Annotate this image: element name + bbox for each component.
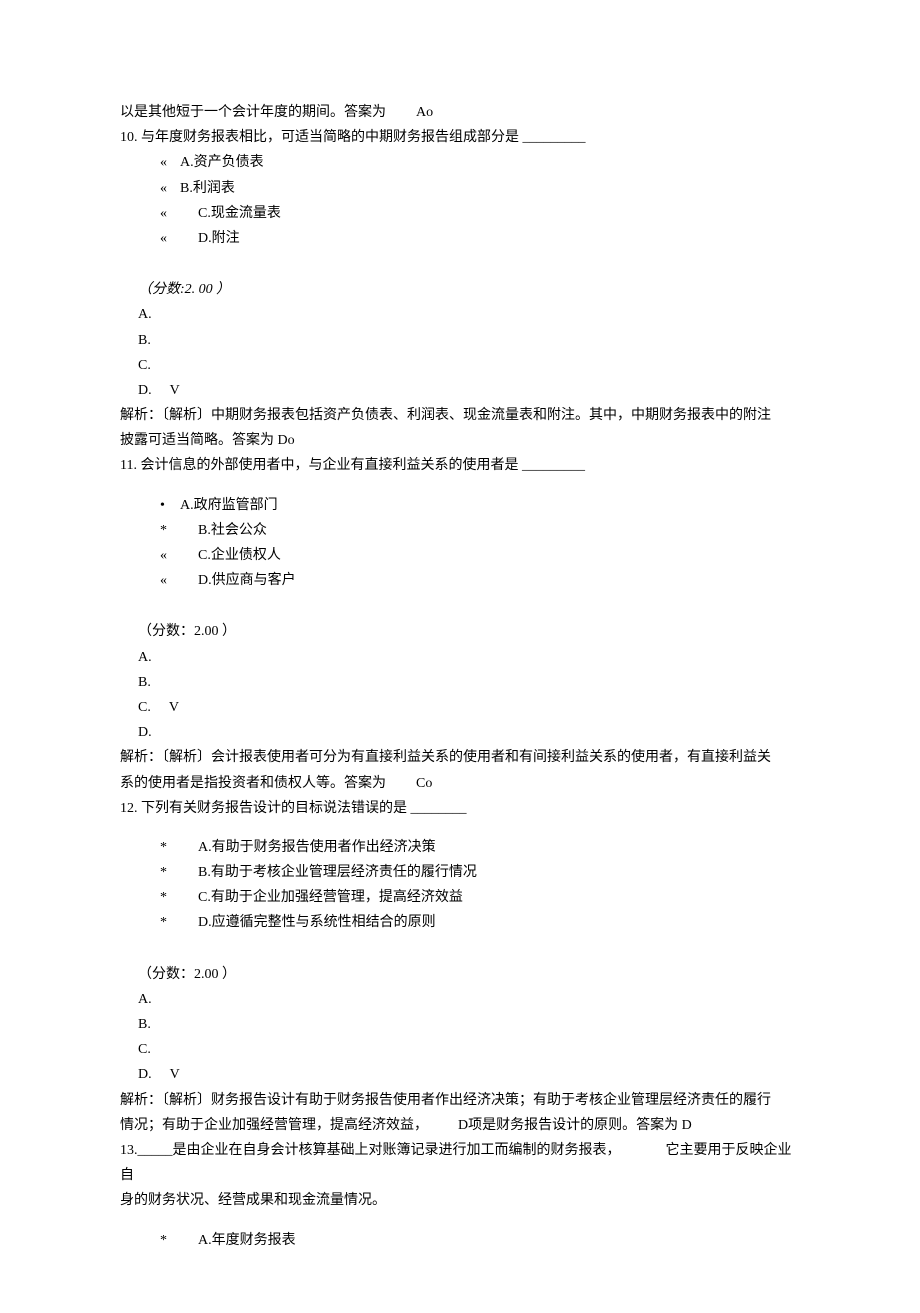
bullet: * [160,885,180,910]
option-text: D.供应商与客户 [198,573,296,588]
q12-option-b: * B.有助于考核企业管理层经济责任的履行情况 [160,860,800,885]
option-text: C.有助于企业加强经营管理，提高经济效益 [198,890,463,905]
q11-analysis-l2b: Co [416,776,432,791]
q12-answer-c: C. [138,1037,800,1062]
q11-option-b: * B.社会公众 [160,518,800,543]
q11-analysis-l2: 系的使用者是指投资者和债权人等。答案为 Co [120,771,800,796]
q11-answer-b: B. [138,670,800,695]
q13-stem-l1: 13._____是由企业在自身会计核算基础上对账簿记录进行加工而编制的财务报表，… [120,1138,800,1188]
bullet: « [160,176,180,201]
answer-mark: V [170,383,180,398]
q13-text-a: 是由企业在自身会计核算基础上对账簿记录进行加工而编制的财务报表， [173,1143,621,1158]
bullet: * [160,518,180,543]
q12-analysis-l2a: 情况；有助于企业加强经营管理，提高经济效益， [120,1118,428,1133]
bullet: « [160,543,180,568]
q10-answer-d: D. V [138,378,800,403]
q12-analysis-l2b: D项是财务报告设计的原则。答案为 D [458,1118,692,1133]
q13-stem-l2: 身的财务状况、经营成果和现金流量情况。 [120,1188,800,1213]
q11-blank: _________ [522,453,592,478]
q13-option-a: * A.年度财务报表 [160,1228,800,1253]
q12-option-d: * D.应遵循完整性与系统性相结合的原则 [160,910,800,935]
prev-analysis-suffix: Ao [416,105,433,120]
q12-answer-a: A. [138,987,800,1012]
q10-score: （分数:2. 00 ） [138,277,800,302]
q10-answer-a: A. [138,302,800,327]
q12-analysis-l2: 情况；有助于企业加强经营管理，提高经济效益， D项是财务报告设计的原则。答案为 D [120,1113,800,1138]
q11-option-d: « D.供应商与客户 [160,568,800,593]
q12-analysis-l1: 解析：〔解析〕财务报告设计有助于财务报告使用者作出经济决策；有助于考核企业管理层… [120,1088,800,1113]
q12-answer-d: D. V [138,1062,800,1087]
option-text: A.有助于财务报告使用者作出经济决策 [198,840,436,855]
q11-option-c: « C.企业债权人 [160,543,800,568]
q11-text: 会计信息的外部使用者中，与企业有直接利益关系的使用者是 [140,458,518,473]
q13-blank: _____ [138,1143,173,1158]
answer-mark: V [169,700,179,715]
answer-mark: V [170,1067,180,1082]
q11-analysis-l2a: 系的使用者是指投资者和债权人等。答案为 [120,776,386,791]
q11-score: （分数：2.00 ） [138,619,800,644]
bullet: « [160,226,180,251]
q10-answer-b: B. [138,328,800,353]
q11-option-a: •A.政府监管部门 [160,493,800,518]
option-text: C.企业债权人 [198,548,281,563]
q11-answer-a: A. [138,645,800,670]
bullet: * [160,860,180,885]
q12-score: （分数：2.00 ） [138,962,800,987]
q11-stem: 11. 会计信息的外部使用者中，与企业有直接利益关系的使用者是 ________… [120,453,800,478]
q11-answer-d: D. [138,720,800,745]
q10-stem: 10. 与年度财务报表相比，可适当简略的中期财务报告组成部分是 ________… [120,125,800,150]
bullet: * [160,835,180,860]
option-text: A.年度财务报表 [198,1233,296,1248]
q11-analysis-l1: 解析：〔解析〕会计报表使用者可分为有直接利益关系的使用者和有间接利益关系的使用者… [120,745,800,770]
option-text: B.利润表 [180,181,235,196]
option-text: B.社会公众 [198,523,267,538]
prev-analysis-text: 以是其他短于一个会计年度的期间。答案为 [120,105,386,120]
option-text: D.附注 [198,231,240,246]
q10-answer-c: C. [138,353,800,378]
q12-blank: ________ [411,796,481,821]
answer-letter: C. [138,700,151,715]
q10-option-c: « C.现金流量表 [160,201,800,226]
prev-analysis-tail: 以是其他短于一个会计年度的期间。答案为 Ao [120,100,800,125]
q10-option-d: « D.附注 [160,226,800,251]
q12-option-c: * C.有助于企业加强经营管理，提高经济效益 [160,885,800,910]
q13-number: 13. [120,1143,138,1158]
q10-number: 10. [120,130,138,145]
bullet: « [160,568,180,593]
q10-option-a: «A.资产负债表 [160,150,800,175]
q11-answer-c: C. V [138,695,800,720]
bullet: • [160,493,180,518]
bullet: « [160,150,180,175]
document-page: 以是其他短于一个会计年度的期间。答案为 Ao 10. 与年度财务报表相比，可适当简… [0,0,920,1313]
option-text: A.资产负债表 [180,155,264,170]
q11-number: 11. [120,458,137,473]
q12-option-a: * A.有助于财务报告使用者作出经济决策 [160,835,800,860]
q10-analysis-l2: 披露可适当简略。答案为 Do [120,428,800,453]
q10-analysis-l1: 解析：〔解析〕中期财务报表包括资产负债表、利润表、现金流量表和附注。其中，中期财… [120,403,800,428]
bullet: * [160,910,180,935]
option-text: B.有助于考核企业管理层经济责任的履行情况 [198,865,477,880]
q12-answer-b: B. [138,1012,800,1037]
q10-text: 与年度财务报表相比，可适当简略的中期财务报告组成部分是 [141,130,519,145]
q12-text: 下列有关财务报告设计的目标说法错误的是 [141,801,407,816]
bullet: « [160,201,180,226]
q12-stem: 12. 下列有关财务报告设计的目标说法错误的是 ________ [120,796,800,821]
option-text: C.现金流量表 [198,206,281,221]
q10-blank: _________ [523,125,593,150]
bullet: * [160,1228,180,1253]
answer-letter: D. [138,1067,152,1082]
q10-option-b: «B.利润表 [160,176,800,201]
answer-letter: D. [138,383,152,398]
option-text: A.政府监管部门 [180,498,278,513]
option-text: D.应遵循完整性与系统性相结合的原则 [198,915,436,930]
q12-number: 12. [120,801,138,816]
